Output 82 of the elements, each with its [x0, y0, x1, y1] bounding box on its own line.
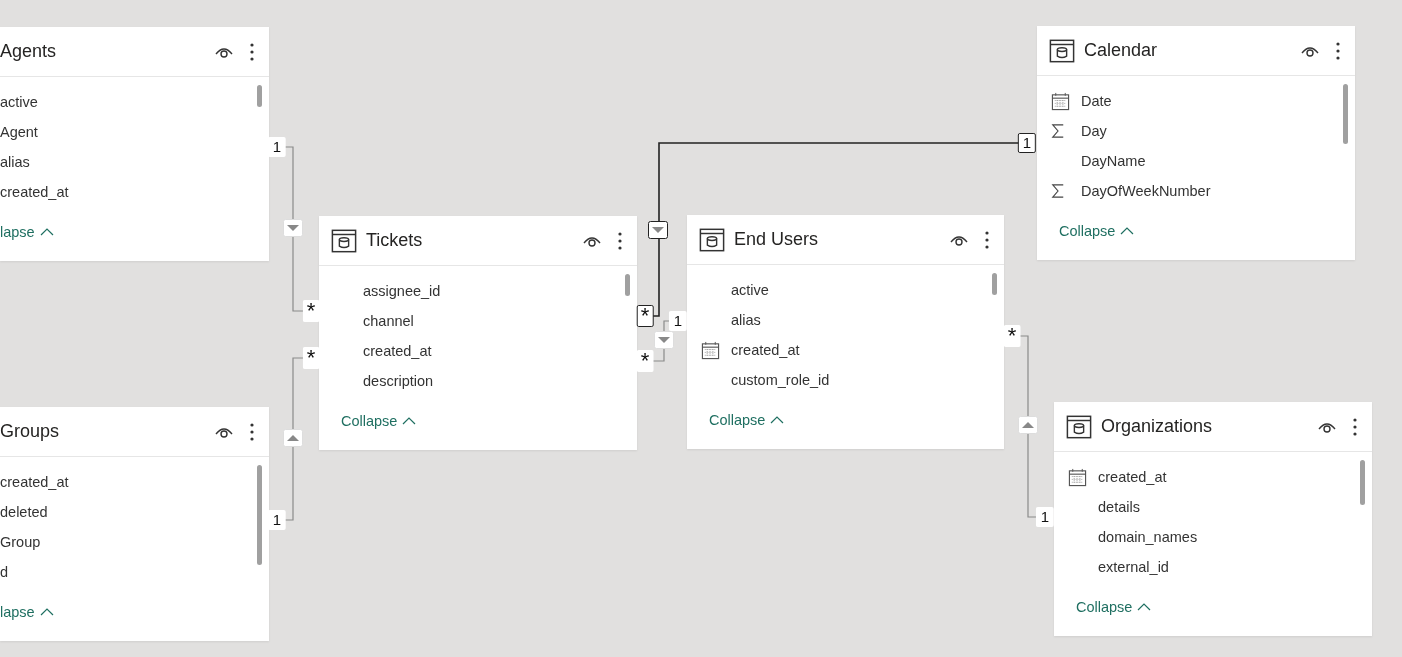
table-card[interactable]: Organizations created_at details domain_names external_id Collapse	[1054, 402, 1372, 636]
cardinality-label: *	[636, 350, 654, 372]
table-card[interactable]: Tickets assignee_id channel created_at description Collapse	[319, 216, 637, 450]
table-title: Organizations	[1101, 416, 1214, 437]
collapse-link[interactable]: Collapse	[707, 410, 787, 430]
field-name[interactable]: DayName	[1081, 153, 1146, 169]
cardinality-label: 1	[267, 137, 287, 157]
table-title: Tickets	[366, 230, 424, 251]
more-options-icon[interactable]	[1352, 416, 1358, 437]
scrollbar-thumb[interactable]	[1343, 84, 1348, 144]
more-options-icon[interactable]	[249, 421, 255, 442]
field-name[interactable]: created_at	[0, 184, 69, 200]
table-icon	[1066, 413, 1092, 440]
field-name[interactable]: created_at	[363, 343, 432, 359]
field-name[interactable]: active	[731, 282, 769, 298]
cardinality-label: *	[302, 300, 320, 322]
field-name[interactable]: details	[1098, 499, 1140, 515]
caret-up-icon	[39, 228, 54, 236]
caret-up-icon	[1120, 227, 1135, 235]
field-name[interactable]: Day	[1081, 123, 1107, 139]
scrollbar-thumb[interactable]	[625, 274, 630, 296]
field-name[interactable]: external_id	[1098, 559, 1169, 575]
field-name[interactable]: Date	[1081, 93, 1112, 109]
collapse-link[interactable]: Collapse	[1074, 597, 1154, 617]
scrollbar-thumb[interactable]	[992, 273, 997, 295]
field-name[interactable]: custom_role_id	[731, 372, 830, 388]
table-icon	[331, 227, 357, 254]
collapse-link[interactable]: lapse	[0, 602, 56, 622]
table-card[interactable]: Calendar Date Day DayName DayOfWeekNumber Collapse	[1037, 26, 1355, 260]
collapse-link[interactable]: lapse	[0, 222, 56, 242]
field-name[interactable]: Group	[0, 534, 41, 550]
calendar-icon	[701, 340, 720, 360]
cardinality-label: 1	[267, 510, 287, 530]
field-name[interactable]: Agent	[0, 124, 38, 140]
calendar-icon	[1068, 467, 1087, 487]
collapse-link[interactable]: Collapse	[339, 411, 419, 431]
collapse-link[interactable]: Collapse	[1057, 221, 1137, 241]
triangle-down-icon[interactable]	[648, 221, 668, 239]
more-options-icon[interactable]	[617, 230, 623, 251]
table-title: Calendar	[1084, 40, 1159, 61]
field-name[interactable]: created_at	[1098, 469, 1167, 485]
more-options-icon[interactable]	[984, 229, 990, 250]
scrollbar-thumb[interactable]	[257, 85, 262, 107]
table-card[interactable]: End Users active alias created_at custom_role_id Collapse	[687, 215, 1004, 449]
scrollbar-thumb[interactable]	[257, 465, 262, 565]
cardinality-label: *	[302, 347, 320, 369]
cardinality-label: 1	[1035, 507, 1055, 527]
caret-up-icon	[402, 417, 417, 425]
table-card[interactable]: Groups created_at deleted Group d lapse	[0, 407, 269, 641]
cardinality-label: *	[636, 305, 654, 327]
cardinality-label: *	[1003, 325, 1021, 347]
triangle-up-icon[interactable]	[283, 429, 303, 447]
table-card[interactable]: Agents active Agent alias created_at lapse	[0, 27, 269, 261]
table-icon	[1049, 37, 1075, 64]
field-name[interactable]: assignee_id	[363, 283, 441, 299]
sigma-icon	[1051, 123, 1065, 139]
field-name[interactable]: domain_names	[1098, 529, 1198, 545]
table-title: Agents	[0, 41, 58, 62]
calendar-icon	[1051, 91, 1070, 111]
caret-up-icon	[39, 608, 54, 616]
caret-up-icon	[770, 416, 785, 424]
field-name[interactable]: deleted	[0, 504, 48, 520]
table-icon	[699, 226, 725, 253]
field-name[interactable]: alias	[731, 312, 761, 328]
triangle-up-icon[interactable]	[1018, 416, 1038, 434]
sigma-icon	[1051, 183, 1065, 199]
table-title: End Users	[734, 229, 820, 250]
field-name[interactable]: created_at	[0, 474, 69, 490]
scrollbar-thumb[interactable]	[1360, 460, 1365, 505]
field-name[interactable]: active	[0, 94, 38, 110]
field-name[interactable]: channel	[363, 313, 414, 329]
more-options-icon[interactable]	[249, 41, 255, 62]
cardinality-label: 1	[1017, 133, 1037, 153]
caret-up-icon	[1137, 603, 1152, 611]
field-name[interactable]: alias	[0, 154, 30, 170]
field-name[interactable]: description	[363, 373, 434, 389]
table-title: Groups	[0, 421, 61, 442]
cardinality-label: 1	[668, 311, 688, 331]
field-name[interactable]: d	[0, 564, 9, 580]
field-name[interactable]: created_at	[731, 342, 800, 358]
more-options-icon[interactable]	[1335, 40, 1341, 61]
field-name[interactable]: DayOfWeekNumber	[1081, 183, 1211, 199]
